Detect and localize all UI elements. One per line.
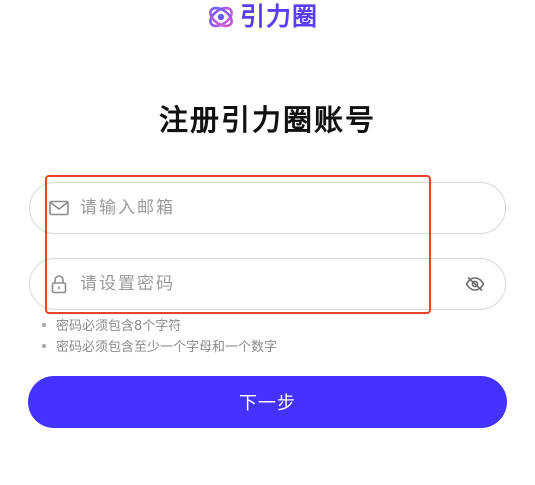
- signup-page: 引力圈 注册引力圈账号 请输入邮箱 密码必须包含8个字符 密码必须包含至少一个字…: [0, 0, 535, 485]
- password-rule-text: 密码必须包含至少一个字母和一个数字: [56, 340, 278, 355]
- next-step-button[interactable]: 下一步: [28, 376, 507, 428]
- password-rules: 密码必须包含8个字符 密码必须包含至少一个字母和一个数字: [42, 314, 277, 356]
- lock-icon: [48, 273, 70, 295]
- orbit-logo-icon: [209, 6, 233, 28]
- password-rule-item: 密码必须包含8个字符: [42, 314, 277, 335]
- bullet-icon: [42, 343, 46, 348]
- password-field-container[interactable]: [29, 258, 506, 310]
- password-rule-text: 密码必须包含8个字符: [56, 319, 182, 334]
- brand-logo: 引力圈: [206, 2, 318, 32]
- page-title: 注册引力圈账号: [158, 103, 376, 137]
- email-field-container[interactable]: [29, 182, 506, 234]
- password-input[interactable]: [80, 259, 455, 309]
- eye-off-icon[interactable]: [463, 272, 487, 296]
- password-rule-item: 密码必须包含至少一个字母和一个数字: [42, 335, 277, 356]
- email-input[interactable]: [80, 183, 455, 233]
- mail-icon: [48, 197, 70, 219]
- bullet-icon: [42, 322, 46, 327]
- brand-name: 引力圈: [240, 2, 319, 31]
